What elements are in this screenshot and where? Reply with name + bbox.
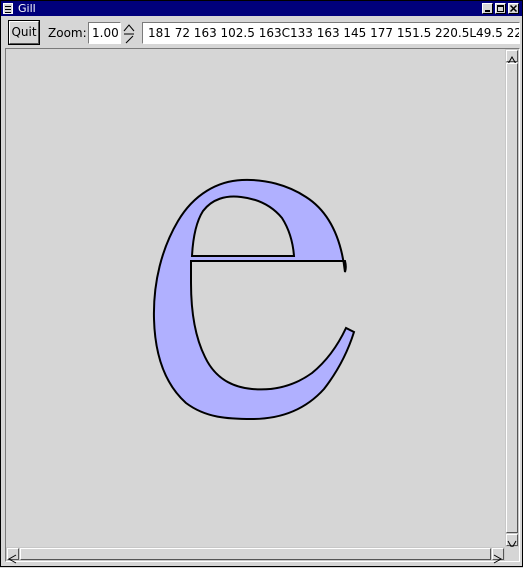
glyph-e-outline [152,178,356,421]
horizontal-scrollbar[interactable] [6,547,505,564]
title-bar[interactable]: Gill [1,1,522,16]
toolbar: Quit Zoom: 1.00 181 72 163 102.5 163C133… [1,16,522,49]
maximize-icon [497,5,504,12]
zoom-input[interactable]: 1.00 [88,22,121,44]
minimize-button[interactable] [482,3,493,14]
zoom-label: Zoom: [48,26,87,40]
arrow-left-icon [7,554,17,564]
window-menu-icon[interactable] [3,3,13,14]
scroll-up-button[interactable] [506,50,518,65]
vertical-scroll-thumb[interactable] [506,63,518,533]
close-icon [509,4,518,13]
path-data-field[interactable]: 181 72 163 102.5 163C133 163 145 177 151… [142,22,520,44]
minimize-icon [485,10,490,12]
zoom-stepper-icon[interactable] [123,24,135,44]
horizontal-scroll-thumb[interactable] [20,548,491,560]
window-title: Gill [18,2,36,15]
scroll-corner [505,547,519,561]
glyph-svg [152,178,356,421]
scroll-down-button[interactable] [506,534,518,550]
vertical-scrollbar[interactable] [505,49,519,550]
maximize-button[interactable] [495,3,506,14]
scroll-left-button[interactable] [7,548,19,564]
arrow-right-icon [493,554,503,564]
app-window: Gill Quit Zoom: 1.00 181 72 163 102.5 16… [0,0,523,567]
quit-button[interactable]: Quit [8,20,40,45]
glyph-canvas[interactable] [6,49,505,547]
close-button[interactable] [508,3,519,14]
scroll-right-button[interactable] [492,548,504,564]
